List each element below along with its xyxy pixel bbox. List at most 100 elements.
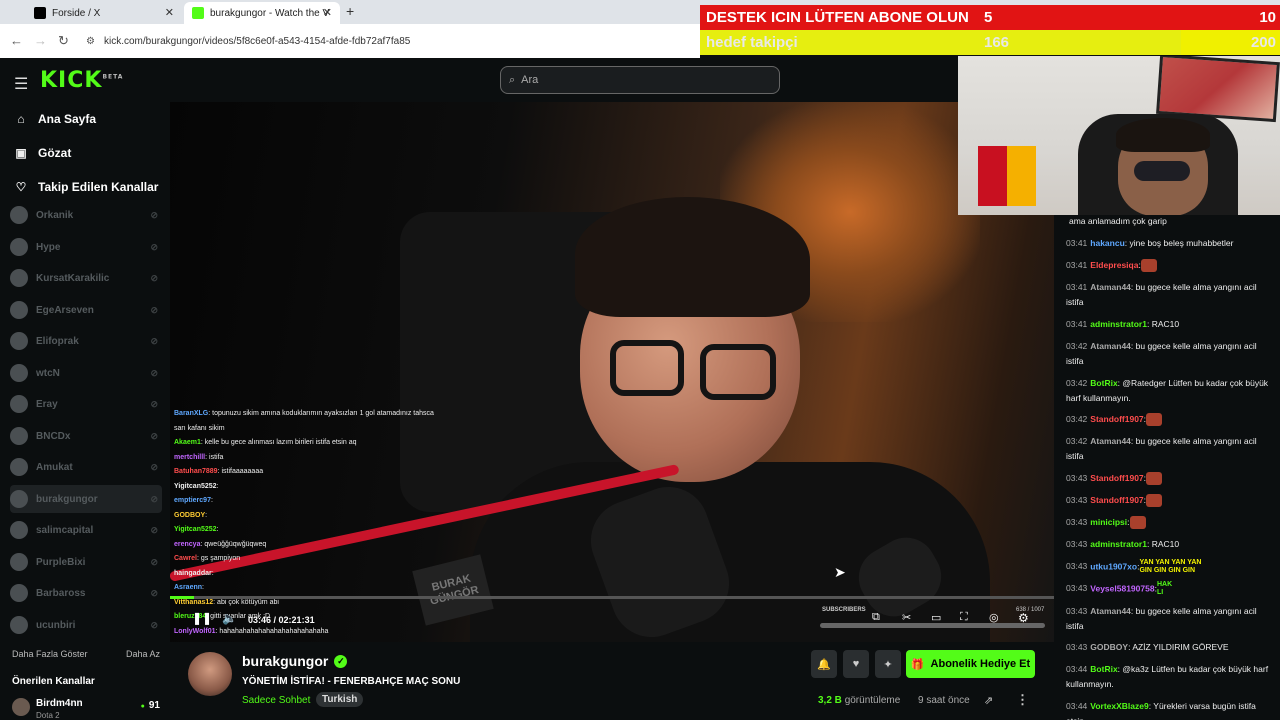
sidebar-channel[interactable]: PurpleBixi ⊘ — [10, 548, 162, 576]
chat-timestamp: 03:44 — [1066, 701, 1088, 711]
person-hair — [575, 197, 810, 317]
pause-icon[interactable]: ❚❚ — [192, 611, 212, 625]
sidebar-channel[interactable]: Eray ⊘ — [10, 390, 162, 418]
stream-category[interactable]: Sadece Sohbet — [242, 695, 310, 706]
avatar — [10, 584, 28, 602]
sidebar-channel[interactable]: ucunbiri ⊘ — [10, 611, 162, 639]
follow-button[interactable]: ♥ — [843, 650, 869, 678]
chat-username[interactable]: Standoff1907 — [1090, 495, 1143, 505]
chat-message: 03:43 Veysel58190758: HAK LI — [1066, 581, 1274, 597]
chat-emote — [1129, 516, 1146, 530]
browser-tab-active[interactable]: burakgungor - Watch the V ✕ — [184, 2, 340, 24]
notification-bell-button[interactable]: 🔔 — [811, 650, 837, 678]
overlay-chat-line: mertchilll: istifa — [174, 451, 464, 466]
chat-message: 03:43 Standoff1907: — [1066, 493, 1274, 508]
nav-label: Takip Edilen Kanallar — [38, 180, 159, 194]
sidebar-channel[interactable]: Elifoprak ⊘ — [10, 327, 162, 355]
nav-following[interactable]: ♡ Takip Edilen Kanallar — [14, 180, 159, 194]
clip-icon[interactable]: ✂ — [902, 611, 911, 624]
video-time: 03:46 / 02:21:31 — [248, 615, 315, 625]
overlay-chat-user: Batuhan7889 — [174, 468, 218, 475]
avatar — [10, 395, 28, 413]
browser-tab[interactable]: Forside / X ✕ — [26, 2, 182, 24]
chat-username[interactable]: adminstrator1 — [1090, 319, 1147, 329]
chat-username[interactable]: utku1907xo — [1090, 561, 1137, 571]
back-icon[interactable]: ← — [10, 33, 23, 48]
nav-label: Ana Sayfa — [38, 112, 97, 126]
recommended-channel[interactable]: Birdm4nn Dota 2 91 — [12, 696, 162, 720]
overlay-chat-user: GODBOY — [174, 511, 206, 519]
chat-username[interactable]: minicipsi — [1090, 517, 1127, 527]
speed-icon[interactable]: ◎ — [989, 611, 999, 624]
url-field[interactable]: kick.com/burakgungor/videos/5f8c6e0f-a54… — [104, 36, 410, 47]
video-progress-bar[interactable] — [170, 596, 1054, 599]
sidebar-channel[interactable]: BNCDx ⊘ — [10, 422, 162, 450]
chat-username[interactable]: Ataman44 — [1090, 436, 1131, 446]
share-icon[interactable]: ⇗ — [984, 694, 993, 707]
chat-username[interactable]: hakancu — [1090, 238, 1125, 248]
sidebar-channel[interactable]: salimcapital ⊘ — [10, 516, 162, 544]
sidebar-channel[interactable]: EgeArseven ⊘ — [10, 296, 162, 324]
video-player[interactable]: BURAKGÜNGÖR BaranXLG: topunuzu sikim amı… — [170, 102, 1054, 642]
chat-username[interactable]: BotRix — [1090, 378, 1117, 388]
sidebar-channel[interactable]: Orkanik ⊘ — [10, 201, 162, 229]
chat-username[interactable]: Standoff1907 — [1090, 414, 1143, 424]
duration: 02:21:31 — [278, 615, 315, 625]
chat-emote — [1146, 494, 1163, 508]
overlay-chat-user: Akaem1 — [174, 439, 201, 446]
nav-home[interactable]: ⌂ Ana Sayfa — [14, 112, 96, 126]
stream-tag[interactable]: Turkish — [316, 692, 364, 707]
sidebar-channel[interactable]: Amukat ⊘ — [10, 453, 162, 481]
fullscreen-icon[interactable]: ⛶ — [960, 611, 968, 624]
chat-username[interactable]: Veysel58190758 — [1090, 583, 1154, 593]
kicks-button[interactable]: ✦ — [875, 650, 901, 678]
chat-username[interactable]: Ataman44 — [1090, 341, 1131, 351]
show-less-link[interactable]: Daha Az — [126, 649, 160, 659]
sidebar-channel[interactable]: wtcN ⊘ — [10, 359, 162, 387]
sidebar-channel-active[interactable]: burakgungor ⊘ — [10, 485, 162, 513]
chat-timestamp: 03:43 — [1066, 606, 1088, 616]
glasses-left — [610, 340, 684, 396]
chat-message: 03:43 Ataman44: bu ggece kelle alma yangı… — [1066, 604, 1274, 633]
sidebar-channel[interactable]: Barbaross ⊘ — [10, 579, 162, 607]
more-options-icon[interactable]: ⋮ — [1016, 692, 1029, 708]
search-input[interactable]: ⌕ Ara — [500, 66, 780, 94]
verified-icon: ✓ — [334, 654, 348, 668]
site-info-icon[interactable]: ⚙ — [86, 36, 95, 47]
overlay-chat-text: : — [202, 584, 204, 591]
new-tab-button[interactable]: + — [346, 3, 354, 19]
close-tab-icon[interactable]: ✕ — [323, 6, 332, 19]
reload-icon[interactable]: ↻ — [58, 33, 69, 49]
volume-icon[interactable]: 🔈 — [222, 611, 237, 625]
close-tab-icon[interactable]: ✕ — [165, 6, 174, 19]
sidebar-channel[interactable]: KursatKarakilic ⊘ — [10, 264, 162, 292]
menu-icon[interactable]: ☰ — [14, 74, 28, 94]
streamer-avatar[interactable] — [188, 652, 232, 696]
streamer-name-row[interactable]: burakgungor ✓ — [242, 653, 348, 669]
settings-icon[interactable]: ⚙ — [1018, 611, 1029, 625]
chat-username[interactable]: Standoff1907 — [1090, 473, 1143, 483]
chat-username[interactable]: Eldepresiqa — [1090, 260, 1138, 270]
show-more-link[interactable]: Daha Fazla Göster — [12, 649, 88, 659]
chat-username[interactable]: adminstrator1 — [1090, 539, 1147, 549]
nav-browse[interactable]: ▣ Gözat — [14, 146, 71, 160]
chat-message: 03:42 Ataman44: bu ggece kelle alma yangı… — [1066, 339, 1274, 368]
chat-username[interactable]: GODBOY — [1090, 642, 1128, 652]
chat-username[interactable]: Ataman44 — [1090, 282, 1131, 292]
offline-icon: ⊘ — [150, 241, 158, 252]
overlay-chat-line: Batuhan7889: istifaaaaaaaa — [174, 465, 464, 480]
channel-name: Hype — [36, 241, 61, 253]
chat-username[interactable]: BotRix — [1090, 664, 1117, 674]
chat-username[interactable]: Ataman44 — [1090, 606, 1131, 616]
sidebar-channel[interactable]: Hype ⊘ — [10, 233, 162, 261]
offline-icon: ⊘ — [150, 304, 158, 315]
chat-username[interactable]: VortexXBlaze9 — [1090, 701, 1148, 711]
kick-logo[interactable]: KICKBETA — [40, 68, 123, 93]
gift-subscription-button[interactable]: 🎁 Abonelik Hediye Et — [906, 650, 1035, 678]
miniplayer-icon[interactable]: ⧉ — [872, 611, 880, 624]
theater-mode-icon[interactable]: ▭ — [931, 611, 941, 624]
channel-name: Eray — [36, 398, 58, 410]
overlay-chat-text: sarı kafanı sikim — [174, 424, 225, 432]
forward-icon[interactable]: → — [34, 33, 47, 48]
overlay-chat-text: : abi çok kötüyüm abi — [213, 598, 279, 606]
